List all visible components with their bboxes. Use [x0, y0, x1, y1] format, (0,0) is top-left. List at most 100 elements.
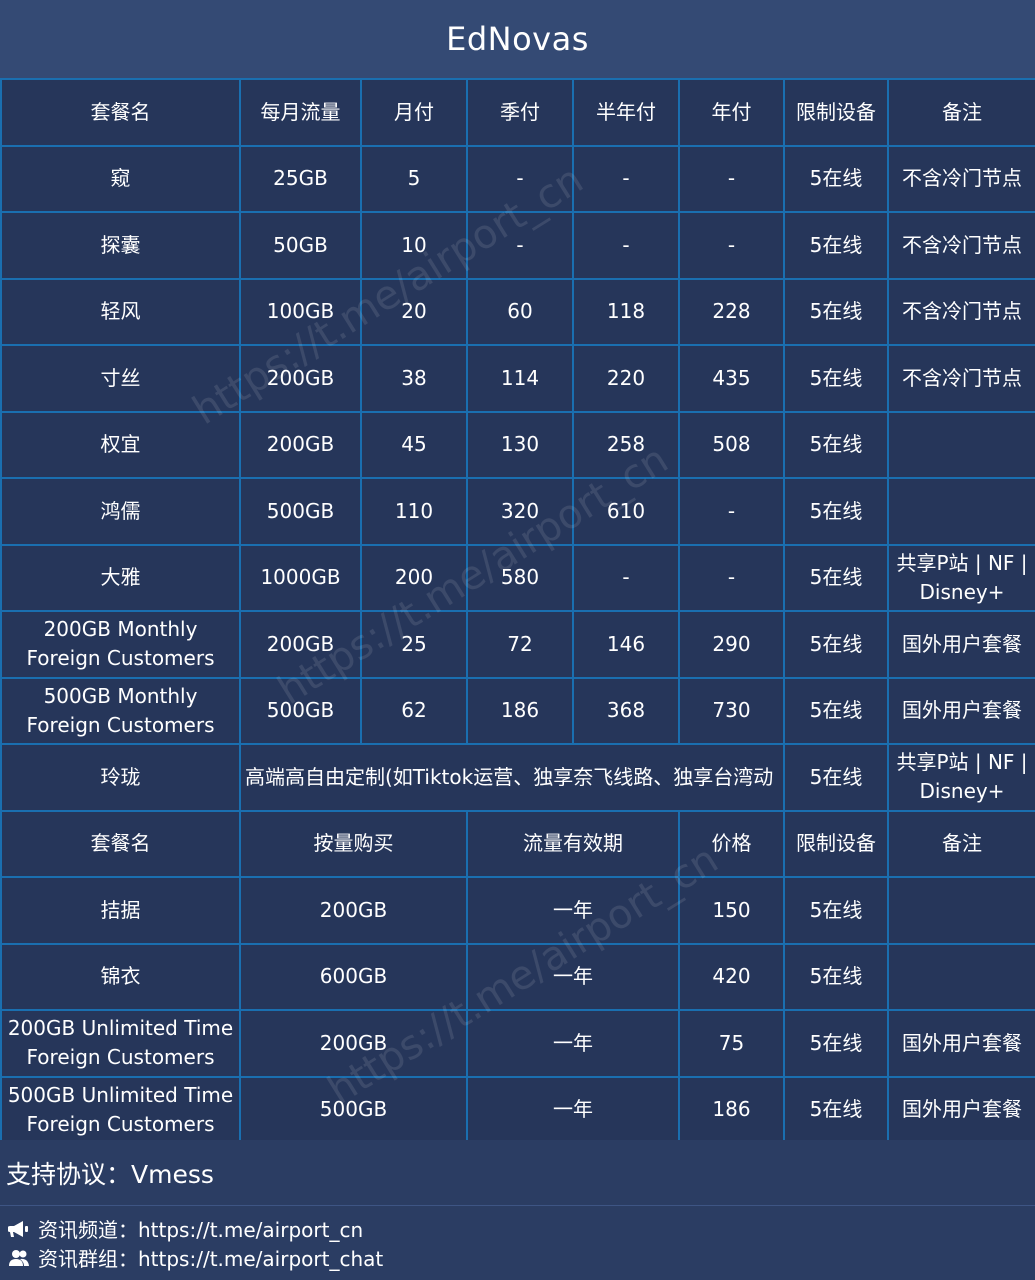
plan-half-year: - [572, 543, 680, 612]
plan-quarterly: 72 [466, 610, 574, 679]
table-row: 窥 25GB 5 - - - 5在线 不含冷门节点 [0, 144, 1035, 213]
plan-name: 500GB Monthly Foreign Customers [0, 676, 241, 745]
plan-name: 大雅 [0, 543, 241, 612]
col-header-devices: 限制设备 [783, 809, 889, 878]
channel-text: 资讯频道：https://t.me/airport_cn [38, 1218, 364, 1242]
col-header-price: 价格 [678, 809, 785, 878]
plan-quarterly: 320 [466, 477, 574, 546]
plan-devices: 5在线 [783, 410, 889, 479]
col-header-monthly: 月付 [360, 78, 468, 147]
plan-name: 探囊 [0, 211, 241, 280]
plan-note: 国外用户套餐 [887, 1075, 1035, 1144]
custom-plan-description: 高端高自由定制(如Tiktok运营、独享奈飞线路、独享台湾动 [239, 743, 785, 812]
plan-note: 不含冷门节点 [887, 144, 1035, 213]
plan-note: 国外用户套餐 [887, 676, 1035, 745]
plan-amount: 500GB [239, 1075, 468, 1144]
table-row: 探囊 50GB 10 - - - 5在线 不含冷门节点 [0, 211, 1035, 280]
plan-devices: 5在线 [783, 1075, 889, 1144]
plan-monthly: 10 [360, 211, 468, 280]
table-row: 鸿儒 500GB 110 320 610 - 5在线 [0, 477, 1035, 546]
plan-monthly: 45 [360, 410, 468, 479]
col-header-half-year: 半年付 [572, 78, 680, 147]
col-header-plan: 套餐名 [0, 809, 241, 878]
plan-note: 共享P站 | NF | Disney+ [887, 543, 1035, 612]
plan-monthly: 110 [360, 477, 468, 546]
table-row: 500GB Unlimited Time Foreign Customers 5… [0, 1075, 1035, 1144]
table2-header-row: 套餐名 按量购买 流量有效期 价格 限制设备 备注 [0, 809, 1035, 878]
plan-quarterly: 186 [466, 676, 574, 745]
footer-divider [0, 1205, 1035, 1206]
plan-half-year: 220 [572, 344, 680, 413]
table-row: 轻风 100GB 20 60 118 228 5在线 不含冷门节点 [0, 277, 1035, 346]
plan-devices: 5在线 [783, 543, 889, 612]
col-header-plan: 套餐名 [0, 78, 241, 147]
plan-traffic: 100GB [239, 277, 362, 346]
plan-name: 锦衣 [0, 942, 241, 1011]
plan-price: 420 [678, 942, 785, 1011]
plan-validity: 一年 [466, 876, 680, 945]
plan-devices: 5在线 [783, 942, 889, 1011]
plan-quarterly: 114 [466, 344, 574, 413]
plan-monthly: 38 [360, 344, 468, 413]
plan-monthly: 20 [360, 277, 468, 346]
plan-note: 国外用户套餐 [887, 610, 1035, 679]
plan-yearly: 508 [678, 410, 785, 479]
plan-traffic: 500GB [239, 477, 362, 546]
table-row: 锦衣 600GB 一年 420 5在线 [0, 942, 1035, 1011]
plan-validity: 一年 [466, 1009, 680, 1078]
plan-note [887, 942, 1035, 1011]
plan-devices: 5在线 [783, 211, 889, 280]
plan-monthly: 200 [360, 543, 468, 612]
plan-name: 权宜 [0, 410, 241, 479]
custom-plan-row: 玲珑 高端高自由定制(如Tiktok运营、独享奈飞线路、独享台湾动 5在线 共享… [0, 743, 1035, 812]
table1-header-row: 套餐名 每月流量 月付 季付 半年付 年付 限制设备 备注 [0, 78, 1035, 147]
megaphone-icon [8, 1220, 28, 1237]
page-title: EdNovas [446, 20, 589, 58]
col-header-yearly: 年付 [678, 78, 785, 147]
plan-half-year: - [572, 144, 680, 213]
plan-yearly: 730 [678, 676, 785, 745]
plan-devices: 5在线 [783, 277, 889, 346]
plan-price: 75 [678, 1009, 785, 1078]
plan-devices: 5在线 [783, 344, 889, 413]
pricing-table: 套餐名 每月流量 月付 季付 半年付 年付 限制设备 备注 窥 25GB 5 -… [0, 78, 1035, 1144]
plan-amount: 200GB [239, 1009, 468, 1078]
plan-traffic: 500GB [239, 676, 362, 745]
plan-price: 150 [678, 876, 785, 945]
plan-traffic: 200GB [239, 344, 362, 413]
plan-note: 不含冷门节点 [887, 211, 1035, 280]
plan-yearly: - [678, 211, 785, 280]
plan-half-year: 146 [572, 610, 680, 679]
page-title-bar: EdNovas [0, 0, 1035, 80]
plan-half-year: 610 [572, 477, 680, 546]
plan-devices: 5在线 [783, 676, 889, 745]
plan-name: 拮据 [0, 876, 241, 945]
plan-note: 共享P站 | NF | Disney+ [887, 743, 1035, 812]
plan-quarterly: - [466, 144, 574, 213]
plan-traffic: 200GB [239, 610, 362, 679]
plan-price: 186 [678, 1075, 785, 1144]
plan-half-year: 258 [572, 410, 680, 479]
plan-note: 不含冷门节点 [887, 277, 1035, 346]
plan-devices: 5在线 [783, 1009, 889, 1078]
plan-note [887, 876, 1035, 945]
plan-yearly: 435 [678, 344, 785, 413]
plan-yearly: - [678, 543, 785, 612]
group-text: 资讯群组：https://t.me/airport_chat [38, 1247, 384, 1271]
col-header-note: 备注 [887, 78, 1035, 147]
plan-devices: 5在线 [783, 876, 889, 945]
plan-traffic: 25GB [239, 144, 362, 213]
plan-name: 玲珑 [0, 743, 241, 812]
plan-devices: 5在线 [783, 477, 889, 546]
plan-yearly: - [678, 477, 785, 546]
plan-name: 鸿儒 [0, 477, 241, 546]
plan-devices: 5在线 [783, 743, 889, 812]
plan-note: 国外用户套餐 [887, 1009, 1035, 1078]
table-row: 200GB Monthly Foreign Customers 200GB 25… [0, 610, 1035, 679]
users-icon [9, 1249, 29, 1266]
plan-yearly: 228 [678, 277, 785, 346]
table-row: 寸丝 200GB 38 114 220 435 5在线 不含冷门节点 [0, 344, 1035, 413]
group-info: 资讯群组：https://t.me/airport_chat [8, 1243, 383, 1272]
col-header-devices: 限制设备 [783, 78, 889, 147]
plan-monthly: 25 [360, 610, 468, 679]
